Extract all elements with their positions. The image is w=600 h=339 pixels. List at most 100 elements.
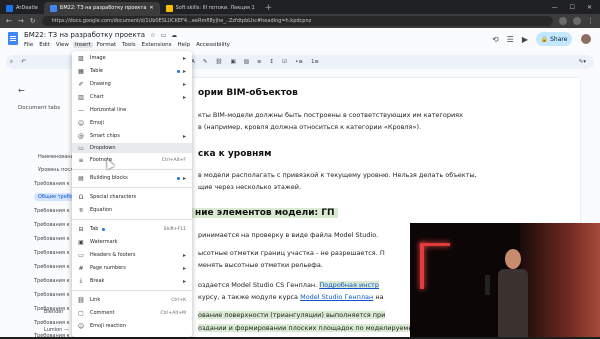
- chevron-right-icon: ▸: [182, 264, 186, 272]
- move-folder-icon[interactable]: ▭: [160, 32, 166, 39]
- outline-item-lumion[interactable]: Lumion —: [44, 327, 69, 333]
- menu-item-chart[interactable]: ▥ Chart ▸: [72, 92, 192, 102]
- menu-divider: [72, 169, 192, 170]
- browser-tab[interactable]: Soft skills: III потоки. Лекция 1: [160, 2, 261, 14]
- presenter-video-overlay: [410, 223, 600, 337]
- link-toolbar-icon[interactable]: ⛓: [212, 59, 227, 65]
- chevron-right-icon: ▸: [182, 132, 186, 140]
- headers-footers-icon: ▭: [78, 251, 84, 259]
- editing-mode-icon[interactable]: ✎▾: [575, 59, 594, 65]
- comments-icon[interactable]: ☰: [507, 35, 514, 44]
- browser-tab-active[interactable]: БМ22: ТЗ на разработку проекта ✕: [43, 2, 160, 14]
- outline-item[interactable]: Требования к: [34, 236, 70, 242]
- menu-item-dropdown[interactable]: ▭ Dropdown: [72, 143, 192, 153]
- menu-item-building-blocks[interactable]: ▤ Building blocks ▸: [72, 173, 192, 183]
- menu-item-smart-chips[interactable]: @ Smart chips ▸: [72, 131, 192, 141]
- menu-item-special-characters[interactable]: Ω Special characters: [72, 192, 192, 202]
- header-actions: ⟲ ☰ ▶ 🔒 Share: [492, 32, 592, 46]
- menu-item-footnote[interactable]: ≡ Footnote Ctrl+Alt+F: [72, 155, 192, 165]
- share-button[interactable]: 🔒 Share: [536, 32, 572, 46]
- outline-item[interactable]: Требования к: [34, 222, 70, 228]
- menu-help[interactable]: Help: [178, 42, 191, 48]
- outline-item-active[interactable]: Общие требо: [34, 193, 77, 201]
- outline-item[interactable]: Требования к: [34, 264, 70, 270]
- bulleted-list-icon[interactable]: •≡: [291, 59, 307, 65]
- heading: ска к уровням: [198, 149, 272, 159]
- close-tab-icon[interactable]: ✕: [149, 5, 153, 11]
- more-icon[interactable]: ⋮: [587, 17, 594, 25]
- menu-item-comment[interactable]: ▢ Comment Ctrl+Alt+M: [72, 308, 192, 318]
- table-icon: ▦: [78, 67, 84, 75]
- menu-tools[interactable]: Tools: [122, 42, 136, 48]
- back-arrow-icon[interactable]: ←: [18, 86, 25, 95]
- comment-toolbar-icon[interactable]: ▣: [227, 59, 240, 65]
- smart-chips-icon: @: [78, 132, 84, 140]
- page-numbers-icon: #: [78, 264, 84, 272]
- presenter: [498, 249, 528, 337]
- new-tab-icon[interactable]: +: [265, 2, 273, 14]
- menu-item-tab[interactable]: ⊟ Tab Shift+F11: [72, 224, 192, 234]
- menu-item-emoji-reaction[interactable]: ☺ Emoji reaction: [72, 321, 192, 331]
- highlight-icon[interactable]: ✎: [199, 59, 212, 65]
- outline-item[interactable]: Требования к: [34, 181, 70, 187]
- reload-icon[interactable]: ↻: [30, 17, 36, 25]
- chevron-right-icon: ▸: [182, 54, 186, 62]
- docs-logo-icon[interactable]: [8, 32, 18, 45]
- close-window-icon[interactable]: ✕: [587, 2, 592, 14]
- menu-item-equation[interactable]: π Equation: [72, 205, 192, 215]
- emoji-icon: ☺: [77, 119, 85, 127]
- meet-icon[interactable]: ▶: [522, 35, 528, 44]
- menu-accessibility[interactable]: Accessibility: [196, 42, 230, 48]
- menu-item-table[interactable]: ▦ Table ▸: [72, 66, 192, 76]
- guide-link[interactable]: Подробная инстр: [319, 281, 379, 289]
- menu-item-link[interactable]: ⛓ Link Ctrl+K: [72, 295, 192, 305]
- star-icon[interactable]: ☆: [150, 32, 155, 39]
- outline-item[interactable]: Требования к: [34, 320, 70, 326]
- menu-edit[interactable]: Edit: [39, 42, 50, 48]
- search-menus-icon[interactable]: ⌕: [6, 59, 17, 66]
- url-input[interactable]: https://docs.google.com/document/d/1Ub0E…: [41, 16, 553, 26]
- chevron-right-icon: ▸: [182, 93, 186, 101]
- outline-item[interactable]: Требования к: [34, 250, 70, 256]
- course-module-link[interactable]: Model Studio Генплан: [300, 293, 373, 301]
- extension-icon[interactable]: [573, 17, 581, 25]
- menu-item-image[interactable]: ▨ Image ▸: [72, 53, 192, 63]
- menu-item-page-numbers[interactable]: # Page numbers ▸: [72, 263, 192, 273]
- line-spacing-icon[interactable]: ↕: [266, 59, 279, 65]
- forward-icon[interactable]: →: [18, 17, 24, 25]
- browser-tab[interactable]: ArDeatle: [0, 2, 44, 14]
- align-icon[interactable]: ≡: [253, 59, 266, 65]
- menu-item-break[interactable]: ⤓ Break ▸: [72, 276, 192, 286]
- undo-icon[interactable]: ↶: [17, 59, 30, 65]
- paragraph: курсу, а также модуле курса Model Studio…: [198, 293, 384, 301]
- extension-icon[interactable]: [559, 17, 567, 25]
- menu-file[interactable]: File: [24, 42, 33, 48]
- menu-item-watermark[interactable]: ▣ Watermark: [72, 237, 192, 247]
- menu-item-drawing[interactable]: ✐ Drawing ▸: [72, 79, 192, 89]
- minimize-icon[interactable]: —: [552, 2, 558, 14]
- menu-view[interactable]: View: [56, 42, 69, 48]
- menu-item-headers-footers[interactable]: ▭ Headers & footers ▸: [72, 250, 192, 260]
- history-icon[interactable]: ⟲: [492, 35, 499, 44]
- menu-format[interactable]: Format: [97, 42, 116, 48]
- back-icon[interactable]: ←: [6, 17, 12, 25]
- outline-item[interactable]: Требования к: [34, 292, 70, 298]
- menu-item-emoji[interactable]: ☺ Emoji: [72, 118, 192, 128]
- numbered-list-icon[interactable]: 1≡: [307, 59, 323, 65]
- outline-item[interactable]: Требования к: [34, 208, 70, 214]
- image-toolbar-icon[interactable]: ▨: [240, 59, 253, 65]
- checklist-icon[interactable]: ☑: [278, 59, 291, 65]
- menu-item-horizontal-line[interactable]: — Horizontal line: [72, 105, 192, 115]
- outline-item[interactable]: Требования к: [34, 333, 70, 339]
- avatar[interactable]: [580, 33, 592, 45]
- menu-insert[interactable]: Insert: [72, 42, 93, 48]
- outline-item-blender[interactable]: Blender: [44, 309, 63, 315]
- new-feature-dot: [102, 227, 106, 231]
- paragraph: менять высотные отметки рельефа.: [198, 261, 323, 269]
- menu-extensions[interactable]: Extensions: [142, 42, 172, 48]
- maximize-icon[interactable]: ☐: [570, 2, 575, 14]
- doc-title[interactable]: БМ22: ТЗ на разработку проекта: [24, 31, 145, 39]
- chevron-right-icon: ▸: [182, 80, 186, 88]
- outline-item[interactable]: Уровень после: [38, 167, 76, 173]
- outline-item[interactable]: Требования к: [34, 278, 70, 284]
